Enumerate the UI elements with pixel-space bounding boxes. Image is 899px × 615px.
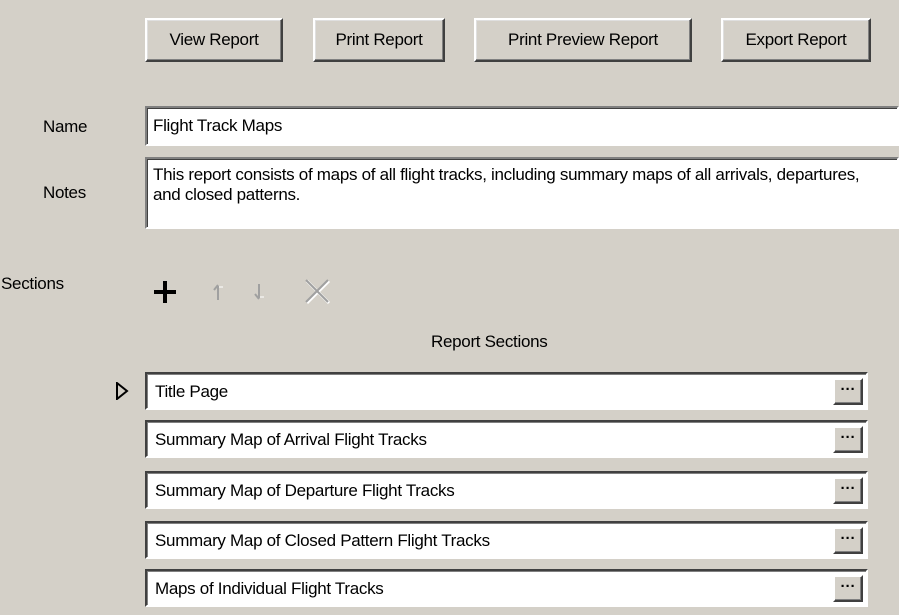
section-label: Summary Map of Arrival Flight Tracks: [155, 430, 427, 449]
section-label: Summary Map of Departure Flight Tracks: [155, 481, 455, 500]
add-section-button[interactable]: [149, 276, 181, 308]
notes-label: Notes: [43, 183, 86, 202]
current-row-indicator-icon: [115, 380, 129, 405]
sections-label: Sections: [1, 274, 64, 293]
print-preview-report-button[interactable]: Print Preview Report: [474, 18, 692, 62]
arrow-down-icon: [246, 279, 272, 305]
move-section-up-button[interactable]: [202, 276, 234, 308]
section-row[interactable]: Summary Map of Closed Pattern Flight Tra…: [145, 521, 868, 559]
notes-field[interactable]: This report consists of maps of all flig…: [145, 157, 899, 229]
move-section-down-button[interactable]: [243, 276, 275, 308]
section-row[interactable]: Summary Map of Arrival Flight Tracks ···: [145, 420, 868, 458]
export-report-button[interactable]: Export Report: [721, 18, 871, 62]
section-options-button[interactable]: ···: [833, 426, 863, 453]
section-label: Maps of Individual Flight Tracks: [155, 579, 384, 598]
arrow-up-icon: [205, 279, 231, 305]
section-row[interactable]: Maps of Individual Flight Tracks ···: [145, 569, 868, 607]
section-label: Title Page: [155, 382, 228, 401]
add-icon: [152, 279, 178, 305]
delete-icon: [303, 277, 333, 307]
section-row[interactable]: Summary Map of Departure Flight Tracks ·…: [145, 471, 868, 509]
report-editor-window: View Report Print Report Print Preview R…: [0, 0, 899, 615]
section-options-button[interactable]: ···: [833, 527, 863, 554]
report-sections-header: Report Sections: [431, 332, 548, 351]
section-label: Summary Map of Closed Pattern Flight Tra…: [155, 531, 490, 550]
name-field[interactable]: Flight Track Maps: [145, 106, 899, 146]
view-report-button[interactable]: View Report: [145, 18, 283, 62]
print-report-button[interactable]: Print Report: [313, 18, 445, 62]
section-options-button[interactable]: ···: [833, 575, 863, 602]
delete-section-button[interactable]: [302, 276, 334, 308]
section-options-button[interactable]: ···: [833, 378, 863, 405]
section-options-button[interactable]: ···: [833, 477, 863, 504]
name-label: Name: [43, 117, 88, 136]
section-row[interactable]: Title Page ···: [145, 372, 868, 410]
